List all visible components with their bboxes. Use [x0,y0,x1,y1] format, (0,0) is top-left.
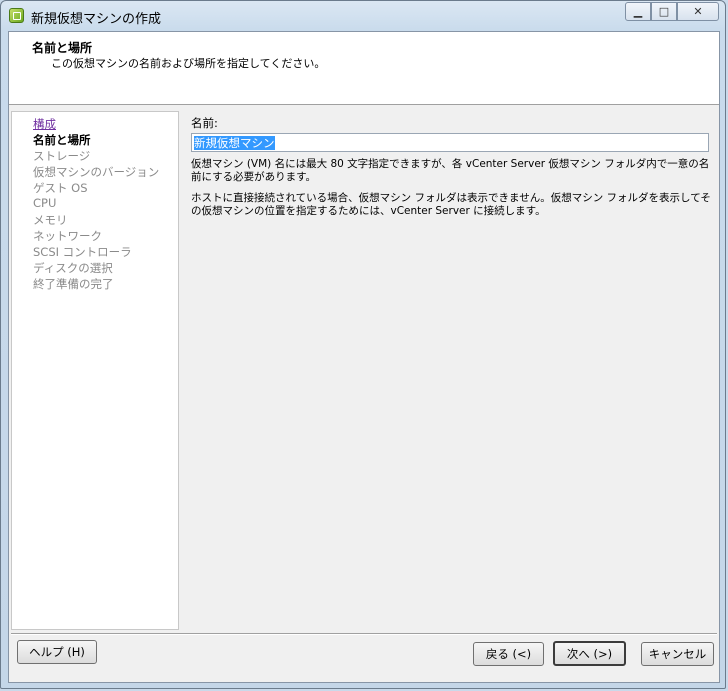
wizard-steps-panel: 構成 名前と場所 ストレージ 仮想マシンのバージョン ゲスト OS CPU メモ… [11,111,179,630]
step-name-location: 名前と場所 [33,133,91,147]
window-title: 新規仮想マシンの作成 [31,12,162,27]
dialog-client-area: 名前と場所 この仮想マシンの名前および場所を指定してください。 構成 名前と場所… [8,31,720,683]
step-content-panel: 名前: 新規仮想マシン 仮想マシン (VM) 名には最大 80 文字指定できます… [181,111,716,630]
folder-help-text: ホストに直接接続されている場合、仮想マシン フォルダは表示できません。仮想マシン… [191,192,711,217]
step-link-configuration[interactable]: 構成 [33,116,56,132]
step-storage: ストレージ [33,149,91,163]
step-title: 名前と場所 [32,41,93,55]
minimize-button[interactable]: ▁ [625,2,651,21]
vm-name-selected-text: 新規仮想マシン [194,136,275,150]
wizard-header: 名前と場所 この仮想マシンの名前および場所を指定してください。 [9,32,719,105]
title-bar[interactable]: 新規仮想マシンの作成 ▁ □ ✕ [1,1,725,31]
wizard-window: 新規仮想マシンの作成 ▁ □ ✕ 名前と場所 この仮想マシンの名前および場所を指… [0,0,726,689]
step-guest-os: ゲスト OS [33,181,88,195]
step-select-disk: ディスクの選択 [33,261,113,275]
close-button[interactable]: ✕ [677,2,719,21]
step-ready-to-complete: 終了準備の完了 [33,277,114,291]
vm-app-icon [9,8,24,23]
step-cpu: CPU [33,196,57,210]
footer-divider [11,633,717,635]
step-description: この仮想マシンの名前および場所を指定してください。 [51,57,326,70]
step-network: ネットワーク [33,229,102,243]
maximize-button[interactable]: □ [651,2,677,21]
step-memory: メモリ [33,213,68,227]
cancel-button[interactable]: キャンセル [641,642,714,666]
step-scsi-controller: SCSI コントローラ [33,245,132,259]
vm-name-input[interactable]: 新規仮想マシン [191,133,709,152]
next-button[interactable]: 次へ (>) [553,641,626,666]
name-label: 名前: [191,116,218,130]
help-button[interactable]: ヘルプ (H) [17,640,97,664]
step-vm-version: 仮想マシンのバージョン [33,165,160,179]
back-button[interactable]: 戻る (<) [473,642,544,666]
name-help-text: 仮想マシン (VM) 名には最大 80 文字指定できますが、各 vCenter … [191,158,710,183]
caption-buttons: ▁ □ ✕ [625,2,719,21]
